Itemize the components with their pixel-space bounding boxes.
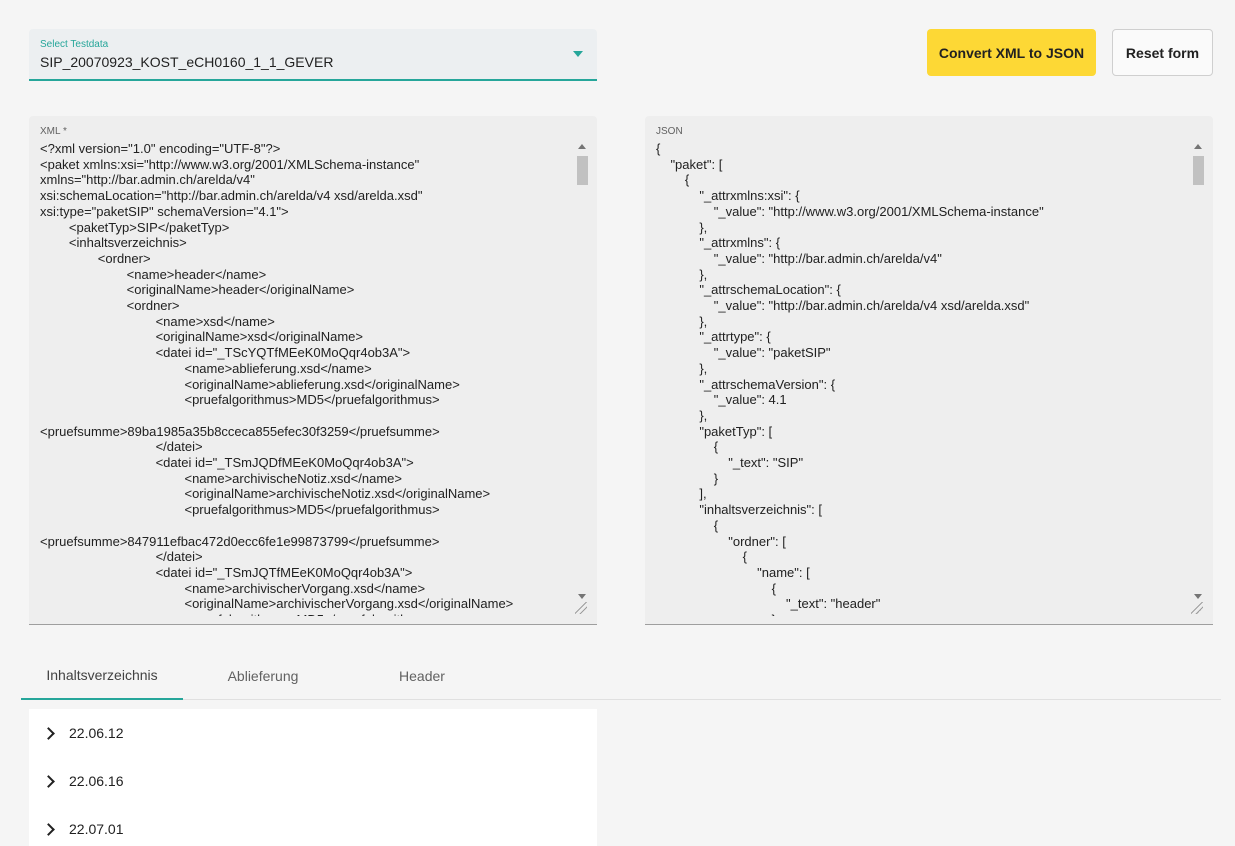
xml-textarea[interactable]: <?xml version="1.0" encoding="UTF-8"?> <… (40, 141, 567, 616)
testdata-select-value: SIP_20070923_KOST_eCH0160_1_1_GEVER (40, 54, 334, 70)
testdata-select-label: Select Testdata (40, 39, 109, 50)
tree-node[interactable]: 22.07.01 (29, 805, 597, 846)
scroll-up-arrow-icon[interactable] (1194, 144, 1202, 149)
inhaltsverzeichnis-tree: 22.06.12 22.06.16 22.07.01 (29, 709, 597, 846)
reset-form-button[interactable]: Reset form (1112, 29, 1213, 76)
tree-node[interactable]: 22.06.16 (29, 757, 597, 805)
json-field-label: JSON (656, 126, 683, 137)
convert-xml-to-json-button[interactable]: Convert XML to JSON (927, 29, 1096, 76)
tree-node[interactable]: 22.06.12 (29, 709, 597, 757)
tab-header[interactable]: Header (343, 652, 501, 700)
dropdown-arrow-icon[interactable] (573, 51, 583, 57)
json-scroll-thumb[interactable] (1193, 156, 1204, 185)
json-textarea[interactable]: { "paket": [ { "_attrxmlns:xsi": { "_val… (656, 141, 1183, 616)
xml-field-label: XML * (40, 126, 67, 137)
tree-node-label: 22.06.16 (69, 773, 124, 789)
resize-handle-icon[interactable] (575, 602, 587, 614)
json-scrollbar[interactable] (1191, 141, 1205, 602)
scroll-down-arrow-icon[interactable] (578, 594, 586, 599)
tab-ablieferung[interactable]: Ablieferung (183, 652, 343, 700)
resize-handle-icon[interactable] (1191, 602, 1203, 614)
tree-node-label: 22.07.01 (69, 821, 124, 837)
chevron-right-icon[interactable] (42, 726, 55, 740)
testdata-select[interactable]: Select Testdata SIP_20070923_KOST_eCH016… (29, 29, 597, 81)
scroll-up-arrow-icon[interactable] (578, 144, 586, 149)
json-field[interactable]: JSON { "paket": [ { "_attrxmlns:xsi": { … (645, 116, 1213, 625)
xml-field[interactable]: XML * <?xml version="1.0" encoding="UTF-… (29, 116, 597, 625)
xml-scrollbar[interactable] (575, 141, 589, 602)
chevron-right-icon[interactable] (42, 774, 55, 788)
tab-inhaltsverzeichnis[interactable]: Inhaltsverzeichnis (21, 652, 183, 700)
chevron-right-icon[interactable] (42, 822, 55, 836)
scroll-down-arrow-icon[interactable] (1194, 594, 1202, 599)
tree-node-label: 22.06.12 (69, 725, 124, 741)
tab-bar: Inhaltsverzeichnis Ablieferung Header (21, 652, 1221, 700)
xml-scroll-thumb[interactable] (577, 156, 588, 185)
